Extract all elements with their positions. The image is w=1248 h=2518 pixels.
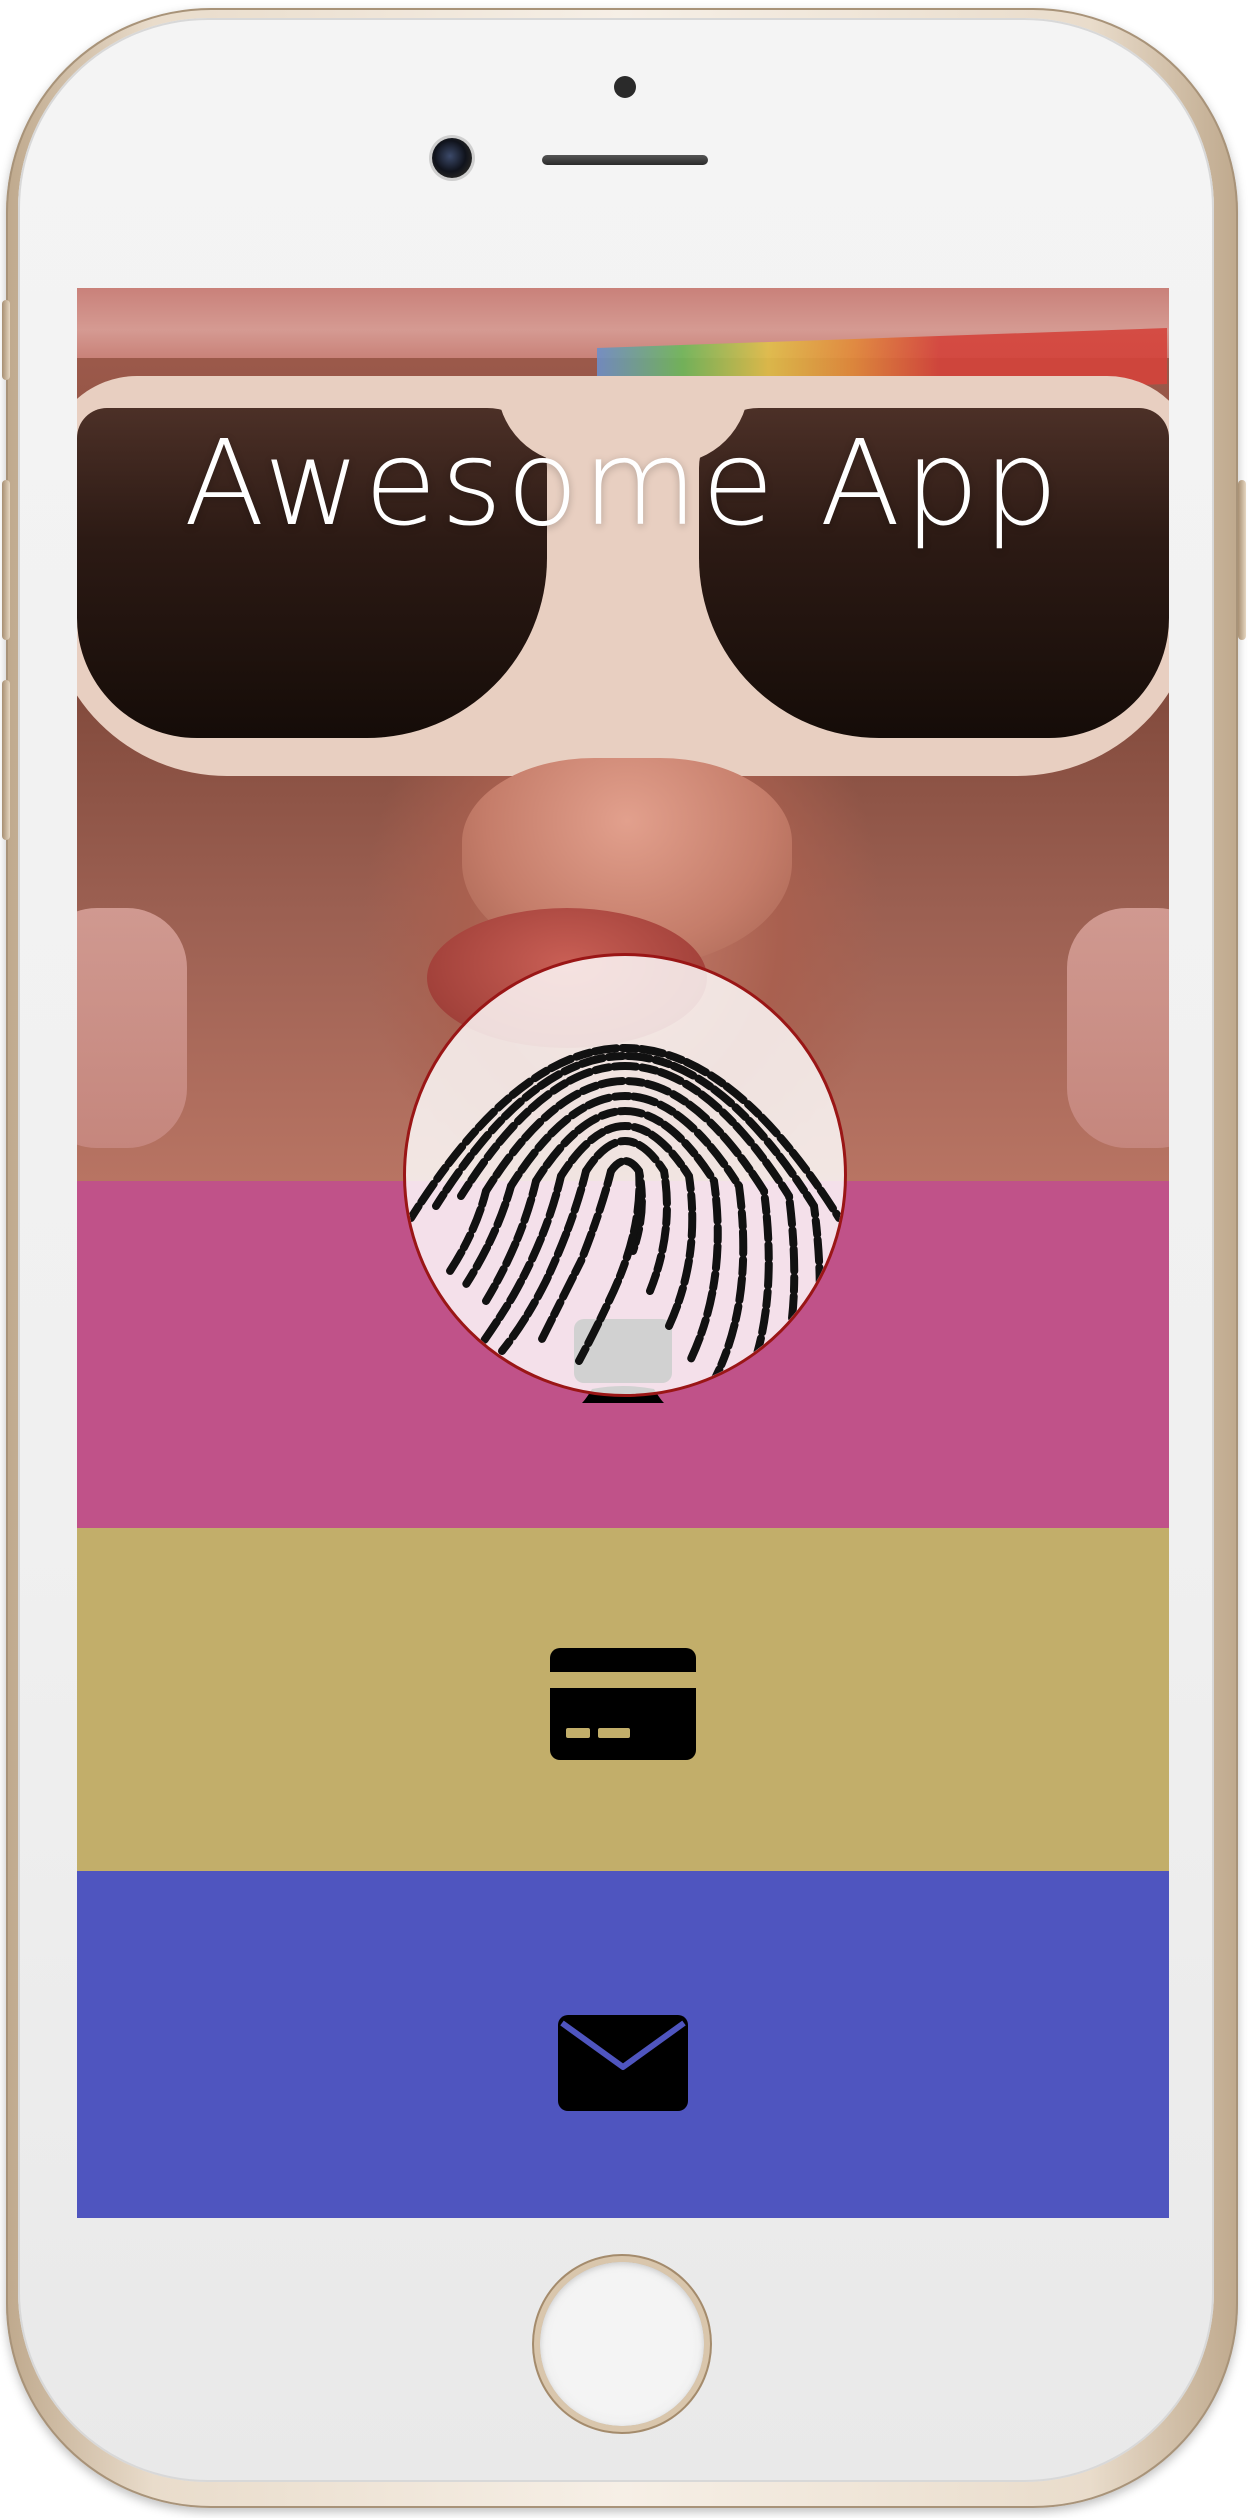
fingerprint-icon [407, 1044, 843, 1394]
power-button [1238, 480, 1246, 640]
monitor-icon-ghost [512, 1172, 576, 1220]
earpiece-speaker [542, 155, 708, 165]
home-button[interactable] [540, 2262, 704, 2426]
fingerprint-button[interactable] [403, 953, 847, 1397]
device-mockup: Awesome App [0, 0, 1248, 2518]
credit-card-icon [550, 1648, 696, 1760]
menu-item-card[interactable] [77, 1528, 1169, 1871]
mute-switch [2, 300, 10, 380]
proximity-sensor [614, 76, 636, 98]
front-camera [432, 138, 472, 178]
hair-side-left [77, 908, 187, 1148]
mail-icon [558, 2015, 688, 2111]
app-screen: Awesome App [77, 288, 1169, 2218]
volume-up-button [2, 480, 10, 640]
volume-down-button [2, 680, 10, 840]
menu-item-mail[interactable] [77, 1871, 1169, 2218]
hair-side-right [1067, 908, 1169, 1148]
app-title: Awesome App [183, 414, 1063, 552]
